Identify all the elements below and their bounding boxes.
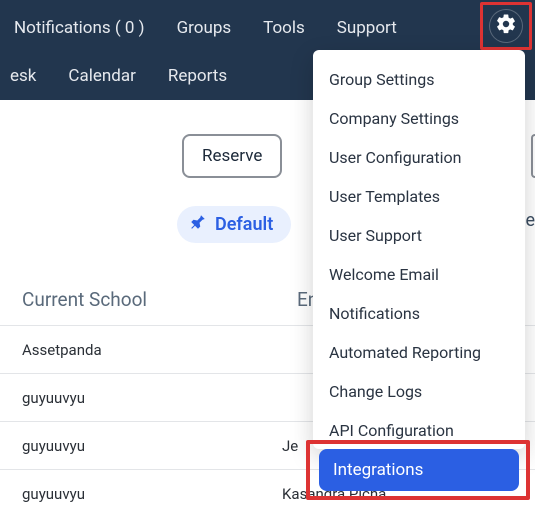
menu-item-user-templates[interactable]: User Templates xyxy=(319,177,519,216)
nav-tools[interactable]: Tools xyxy=(263,18,305,38)
cell-school: Assetpanda xyxy=(22,341,282,359)
col-header-school[interactable]: Current School xyxy=(22,288,257,311)
menu-item-notifications[interactable]: Notifications xyxy=(319,294,519,333)
default-view-pill[interactable]: Default xyxy=(177,206,291,243)
nav-calendar[interactable]: Calendar xyxy=(68,66,135,86)
menu-item-integrations[interactable]: Integrations xyxy=(319,449,519,491)
menu-item-api-configuration[interactable]: API Configuration xyxy=(319,411,519,439)
settings-dropdown: Group Settings Company Settings User Con… xyxy=(313,50,525,449)
nav-notifications[interactable]: Notifications ( 0 ) xyxy=(14,18,145,38)
nav-groups[interactable]: Groups xyxy=(177,18,232,38)
cell-school: guyuuvyu xyxy=(22,437,282,455)
menu-item-user-configuration[interactable]: User Configuration xyxy=(319,138,519,177)
cell-school: guyuuvyu xyxy=(22,389,282,407)
menu-item-user-support[interactable]: User Support xyxy=(319,216,519,255)
nav-desk[interactable]: esk xyxy=(10,66,36,86)
reserve-button[interactable]: Reserve xyxy=(182,134,282,178)
cell-school: guyuuvyu xyxy=(22,485,282,503)
settings-button[interactable] xyxy=(489,9,523,43)
nav-reports[interactable]: Reports xyxy=(168,66,227,86)
menu-item-automated-reporting[interactable]: Automated Reporting xyxy=(319,333,519,372)
gear-icon xyxy=(495,13,517,39)
primary-nav-row: Notifications ( 0 ) Groups Tools Support xyxy=(0,0,535,50)
settings-gear-highlight xyxy=(480,2,532,50)
cell-email: Je xyxy=(282,437,298,455)
menu-item-change-logs[interactable]: Change Logs xyxy=(319,372,519,411)
default-view-label: Default xyxy=(215,214,273,235)
menu-item-company-settings[interactable]: Company Settings xyxy=(319,99,519,138)
menu-item-group-settings[interactable]: Group Settings xyxy=(319,60,519,99)
menu-item-welcome-email[interactable]: Welcome Email xyxy=(319,255,519,294)
partial-button-edge xyxy=(531,134,535,178)
nav-support[interactable]: Support xyxy=(337,18,397,38)
pin-icon xyxy=(189,213,207,236)
